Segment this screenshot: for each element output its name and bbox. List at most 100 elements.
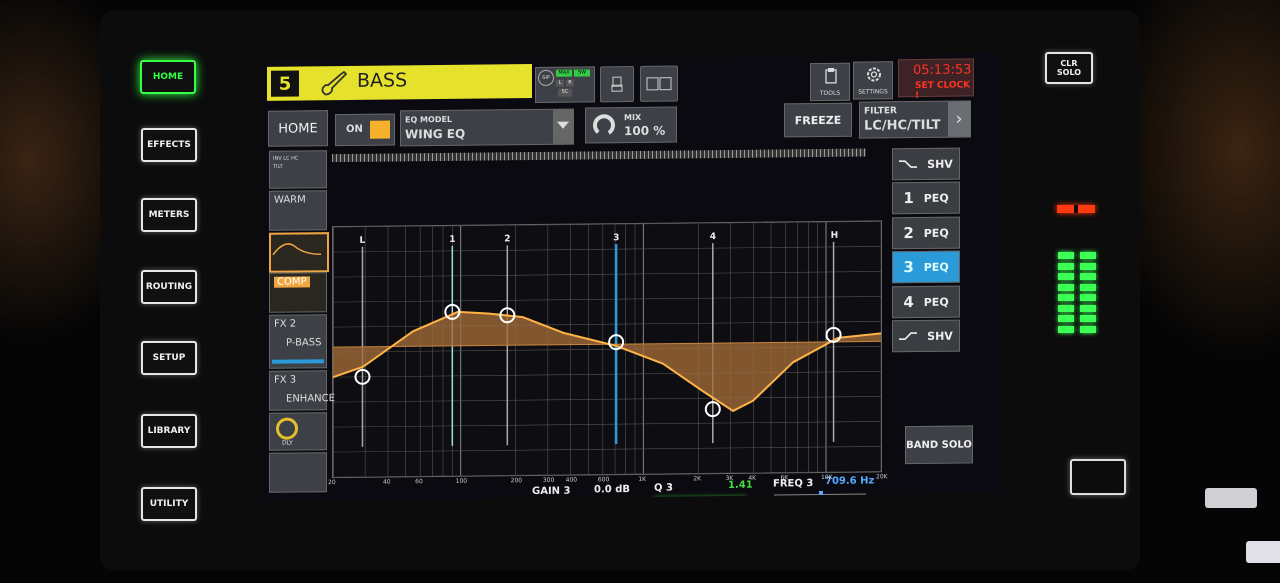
- band-button-3[interactable]: 3 PEQ: [892, 250, 960, 284]
- freq-tick-label: 2K: [693, 475, 702, 483]
- band-type-label: SHV: [927, 157, 953, 171]
- module-slot-5[interactable]: FX 3 ENHANCE: [269, 370, 335, 411]
- meter-led: [1080, 283, 1096, 291]
- freq-tick-label: 1K: [638, 475, 647, 483]
- band-button-2[interactable]: 2 PEQ: [892, 216, 960, 250]
- high-shelf-icon: [899, 332, 918, 341]
- band-button-1[interactable]: 1 PEQ: [892, 181, 960, 215]
- hw-button-routing[interactable]: ROUTING: [141, 270, 197, 304]
- freq-tick-label: 4K: [748, 474, 757, 482]
- settings-label: SETTINGS: [858, 88, 888, 96]
- gain-label: GAIN 3: [532, 485, 571, 498]
- module-slot-0[interactable]: INV LC HC TILT: [269, 150, 327, 189]
- module-label: WARM: [274, 194, 306, 206]
- channel-number: 5: [271, 70, 299, 97]
- meter-led: [1080, 273, 1096, 280]
- eq-graph[interactable]: L 1 2 3 4 H: [332, 220, 882, 479]
- hw-button-library[interactable]: LIBRARY: [141, 414, 197, 448]
- band-number: 2: [903, 224, 914, 243]
- module-sublabel: DLY: [282, 439, 293, 447]
- freq-tick-label: 10K: [821, 473, 833, 482]
- gain-value[interactable]: 0.0 dB: [594, 484, 630, 495]
- eq-model-value: WING EQ: [405, 126, 466, 142]
- band-marker-label: H: [831, 231, 839, 241]
- mix-knob[interactable]: MIX 100 %: [585, 106, 677, 144]
- freeze-button[interactable]: FREEZE: [784, 102, 852, 138]
- home-button[interactable]: HOME: [268, 110, 328, 147]
- eq-on-toggle[interactable]: ON: [335, 113, 395, 147]
- meter-led: [1080, 315, 1096, 322]
- clr-solo-button[interactable]: CLR SOLO: [1045, 52, 1093, 84]
- meter-led: [1080, 262, 1096, 270]
- hw-button-utility[interactable]: UTILITY: [141, 487, 197, 521]
- freq-tick-label: 20: [328, 479, 336, 487]
- band-marker-label: 2: [504, 234, 510, 244]
- meter-led: [1080, 294, 1096, 301]
- settings-button[interactable]: SETTINGS: [853, 61, 893, 100]
- hw-button-effects[interactable]: EFFECTS: [141, 128, 197, 162]
- hw-button-setup[interactable]: SETUP: [141, 341, 197, 375]
- hardware-square-button[interactable]: [1070, 459, 1126, 495]
- channel-header[interactable]: 5 BASS: [267, 64, 532, 101]
- on-indicator: [370, 120, 390, 139]
- meter-led: [1058, 304, 1074, 312]
- chevron-down-icon: [557, 121, 569, 129]
- band-button-shelf-high[interactable]: SHV: [892, 319, 960, 353]
- clock-display[interactable]: 05:13:53 SET CLOCK !: [898, 58, 974, 101]
- band-button-shelf-low[interactable]: SHV: [892, 147, 960, 181]
- sw-indicator: SW: [574, 69, 590, 77]
- knob-icon: [593, 114, 615, 137]
- card-button[interactable]: [640, 65, 678, 102]
- module-slot-6[interactable]: DLY: [269, 412, 327, 451]
- red-indicator-led: [1057, 205, 1095, 213]
- freq-tick-label: 300: [542, 476, 555, 484]
- tools-button[interactable]: TOOLS: [810, 62, 850, 102]
- max-indicator: MAX: [556, 69, 572, 77]
- band-type-label: PEQ: [923, 226, 949, 240]
- module-slot-4[interactable]: FX 2 P-BASS: [269, 314, 327, 369]
- eq-thumbnail-icon: [272, 243, 322, 256]
- band-number: 1: [903, 189, 914, 208]
- bass-guitar-icon: [321, 70, 348, 96]
- meter-led: [1058, 252, 1074, 259]
- band-type-label: PEQ: [923, 295, 949, 309]
- eq-model-select[interactable]: EQ MODEL WING EQ: [400, 108, 574, 147]
- freq-tick-label: 100: [455, 477, 468, 485]
- sip-indicator: SIP: [538, 69, 554, 86]
- freq-tick-label: 40: [382, 478, 391, 486]
- hw-button-home[interactable]: HOME: [140, 60, 196, 94]
- fx-level-bar: [272, 359, 324, 364]
- hardware-small-key[interactable]: [1246, 541, 1280, 563]
- freq-tick-label: 20K: [876, 473, 888, 481]
- module-slot-1[interactable]: WARM: [269, 190, 327, 231]
- filter-button[interactable]: FILTER LC/HC/TILT ›: [859, 100, 971, 139]
- band-type-label: PEQ: [923, 191, 949, 205]
- band-solo-button[interactable]: BAND SOLO: [905, 425, 973, 465]
- module-slot-2[interactable]: [269, 232, 329, 273]
- tools-label: TOOLS: [819, 89, 841, 98]
- freq-tick-label: 6K: [780, 474, 789, 482]
- card-slots-icon: [646, 77, 672, 91]
- eq-model-caption: EQ MODEL: [405, 114, 453, 125]
- module-slot-3[interactable]: COMP: [269, 272, 327, 313]
- hardware-small-key[interactable]: [1205, 488, 1257, 508]
- meter-led: [1080, 252, 1096, 259]
- band-marker-label: L: [359, 236, 365, 246]
- level-meter: [1058, 252, 1104, 340]
- low-shelf-icon: [899, 160, 918, 168]
- usb-button[interactable]: [600, 65, 634, 103]
- meter-led: [1058, 325, 1074, 333]
- mix-caption: MIX: [624, 112, 642, 123]
- module-sublabel: INV LC HC TILT: [273, 155, 299, 170]
- module-slot-7[interactable]: [269, 452, 327, 493]
- l-indicator: L: [556, 79, 564, 87]
- band-number: 3: [903, 258, 914, 277]
- band-marker-label: 1: [449, 235, 455, 245]
- sc-indicator: SC: [558, 88, 572, 97]
- band-button-4[interactable]: 4 PEQ: [892, 285, 960, 319]
- r-indicator: R: [566, 79, 574, 87]
- meter-led: [1080, 304, 1096, 312]
- mix-value: 100 %: [624, 123, 666, 139]
- meter-led: [1080, 325, 1096, 333]
- hw-button-meters[interactable]: METERS: [141, 198, 197, 232]
